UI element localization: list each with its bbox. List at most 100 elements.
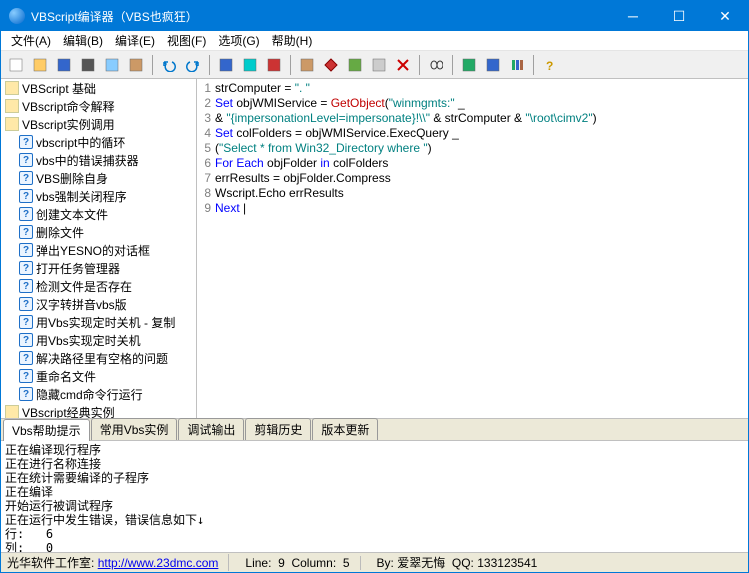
delete-x-button[interactable] bbox=[392, 54, 414, 76]
bottom-tab[interactable]: Vbs帮助提示 bbox=[3, 419, 90, 441]
code-text[interactable]: For Each objFolder in colFolders bbox=[215, 156, 388, 171]
tree-folder[interactable]: VBscript命令解释 bbox=[1, 97, 196, 115]
tree-item[interactable]: ?vbscript中的循环 bbox=[1, 133, 196, 151]
tree-item[interactable]: ?隐藏cmd命令行运行 bbox=[1, 385, 196, 403]
undo-button[interactable] bbox=[158, 54, 180, 76]
toolbar-separator bbox=[419, 55, 420, 75]
redo-icon bbox=[186, 58, 200, 72]
folder-icon bbox=[5, 117, 19, 131]
book-blue-icon bbox=[486, 58, 500, 72]
code-text[interactable]: strComputer = ". " bbox=[215, 81, 310, 96]
code-text[interactable]: Set colFolders = objWMIService.ExecQuery… bbox=[215, 126, 459, 141]
compile-blue-button[interactable] bbox=[215, 54, 237, 76]
books-button[interactable] bbox=[506, 54, 528, 76]
code-text[interactable]: & "{impersonationLevel=impersonate}!\\" … bbox=[215, 111, 597, 126]
code-line[interactable]: 2Set objWMIService = GetObject("winmgmts… bbox=[197, 96, 748, 111]
tree-folder[interactable]: VBscript实例调用 bbox=[1, 115, 196, 133]
toolbar: ? bbox=[1, 51, 748, 79]
bottom-tab[interactable]: 常用Vbs实例 bbox=[91, 418, 178, 440]
tree-item[interactable]: ?vbs中的错误捕获器 bbox=[1, 151, 196, 169]
code-line[interactable]: 5("Select * from Win32_Directory where "… bbox=[197, 141, 748, 156]
code-text[interactable]: errResults = objFolder.Compress bbox=[215, 171, 391, 186]
diamond-button[interactable] bbox=[320, 54, 342, 76]
help-icon: ? bbox=[19, 369, 33, 383]
code-editor[interactable]: 1strComputer = ". "2Set objWMIService = … bbox=[197, 79, 748, 418]
delete-x-icon bbox=[396, 58, 410, 72]
tree-folder[interactable]: VBscript经典实例 bbox=[1, 403, 196, 418]
box2-icon bbox=[348, 58, 362, 72]
code-line[interactable]: 1strComputer = ". " bbox=[197, 81, 748, 96]
tree-item[interactable]: ?vbs强制关闭程序 bbox=[1, 187, 196, 205]
cut-button[interactable] bbox=[77, 54, 99, 76]
find-button[interactable] bbox=[425, 54, 447, 76]
tree-item-label: VBscript经典实例 bbox=[22, 404, 115, 419]
doc-button[interactable] bbox=[368, 54, 390, 76]
tree-item[interactable]: ?VBS删除自身 bbox=[1, 169, 196, 187]
tree-item-label: 创建文本文件 bbox=[36, 206, 108, 223]
code-text[interactable]: Next | bbox=[215, 201, 246, 216]
books-icon bbox=[510, 58, 524, 72]
menu-options[interactable]: 选项(G) bbox=[212, 30, 265, 51]
code-text[interactable]: Wscript.Echo errResults bbox=[215, 186, 344, 201]
example-tree[interactable]: VBScript 基础VBscript命令解释VBscript实例调用?vbsc… bbox=[1, 79, 197, 418]
help-button[interactable]: ? bbox=[539, 54, 561, 76]
code-line[interactable]: 7errResults = objFolder.Compress bbox=[197, 171, 748, 186]
copy-button[interactable] bbox=[101, 54, 123, 76]
statusbar: 光华软件工作室: http://www.23dmc.com Line: 9 Co… bbox=[1, 552, 748, 572]
code-line[interactable]: 3& "{impersonationLevel=impersonate}!\\"… bbox=[197, 111, 748, 126]
find-icon bbox=[429, 58, 443, 72]
code-text[interactable]: Set objWMIService = GetObject("winmgmts:… bbox=[215, 96, 465, 111]
output-pane[interactable]: 正在编译现行程序 正在进行名称连接 正在统计需要编译的子程序 正在编译 开始运行… bbox=[1, 440, 748, 552]
tree-item[interactable]: ?汉字转拼音vbs版 bbox=[1, 295, 196, 313]
minimize-button[interactable]: ─ bbox=[610, 1, 656, 31]
redo-button[interactable] bbox=[182, 54, 204, 76]
tree-item[interactable]: ?创建文本文件 bbox=[1, 205, 196, 223]
tree-item[interactable]: ?检测文件是否存在 bbox=[1, 277, 196, 295]
code-line[interactable]: 4Set colFolders = objWMIService.ExecQuer… bbox=[197, 126, 748, 141]
close-button[interactable]: ✕ bbox=[702, 1, 748, 31]
tree-item-label: VBS删除自身 bbox=[36, 170, 108, 187]
tree-item[interactable]: ?删除文件 bbox=[1, 223, 196, 241]
book-blue-button[interactable] bbox=[482, 54, 504, 76]
toolbar-separator bbox=[533, 55, 534, 75]
tree-item[interactable]: ?弹出YESNO的对话框 bbox=[1, 241, 196, 259]
compile-red-icon bbox=[267, 58, 281, 72]
box2-button[interactable] bbox=[344, 54, 366, 76]
menu-help[interactable]: 帮助(H) bbox=[266, 30, 319, 51]
help-icon: ? bbox=[19, 243, 33, 257]
open-button[interactable] bbox=[29, 54, 51, 76]
help-icon: ? bbox=[19, 333, 33, 347]
line-number: 8 bbox=[197, 186, 215, 201]
save-button[interactable] bbox=[53, 54, 75, 76]
code-line[interactable]: 8Wscript.Echo errResults bbox=[197, 186, 748, 201]
maximize-button[interactable]: ☐ bbox=[656, 1, 702, 31]
tree-item[interactable]: ?用Vbs实现定时关机 bbox=[1, 331, 196, 349]
help-icon: ? bbox=[19, 207, 33, 221]
svg-text:?: ? bbox=[546, 59, 553, 72]
menu-edit[interactable]: 编辑(B) bbox=[57, 30, 109, 51]
compile-red-button[interactable] bbox=[263, 54, 285, 76]
vendor-label: 光华软件工作室: bbox=[7, 556, 94, 570]
bottom-tab[interactable]: 剪辑历史 bbox=[245, 418, 311, 440]
paste-button[interactable] bbox=[125, 54, 147, 76]
tree-folder[interactable]: VBScript 基础 bbox=[1, 79, 196, 97]
tree-item[interactable]: ?解决路径里有空格的问题 bbox=[1, 349, 196, 367]
bottom-tab[interactable]: 版本更新 bbox=[312, 418, 378, 440]
code-line[interactable]: 9Next | bbox=[197, 201, 748, 216]
tree-item[interactable]: ?重命名文件 bbox=[1, 367, 196, 385]
menu-compile[interactable]: 编译(E) bbox=[109, 30, 161, 51]
vendor-link[interactable]: http://www.23dmc.com bbox=[98, 556, 219, 570]
tree-item[interactable]: ?打开任务管理器 bbox=[1, 259, 196, 277]
menu-view[interactable]: 视图(F) bbox=[161, 30, 212, 51]
bottom-tab[interactable]: 调试输出 bbox=[178, 418, 244, 440]
code-line[interactable]: 6For Each objFolder in colFolders bbox=[197, 156, 748, 171]
new-button[interactable] bbox=[5, 54, 27, 76]
book-green-button[interactable] bbox=[458, 54, 480, 76]
tree-item[interactable]: ?用Vbs实现定时关机 - 复制 bbox=[1, 313, 196, 331]
compile-cyan-button[interactable] bbox=[239, 54, 261, 76]
toolbar-separator bbox=[290, 55, 291, 75]
menu-file[interactable]: 文件(A) bbox=[5, 30, 57, 51]
code-text[interactable]: ("Select * from Win32_Directory where ") bbox=[215, 141, 432, 156]
undo-icon bbox=[162, 58, 176, 72]
box1-button[interactable] bbox=[296, 54, 318, 76]
